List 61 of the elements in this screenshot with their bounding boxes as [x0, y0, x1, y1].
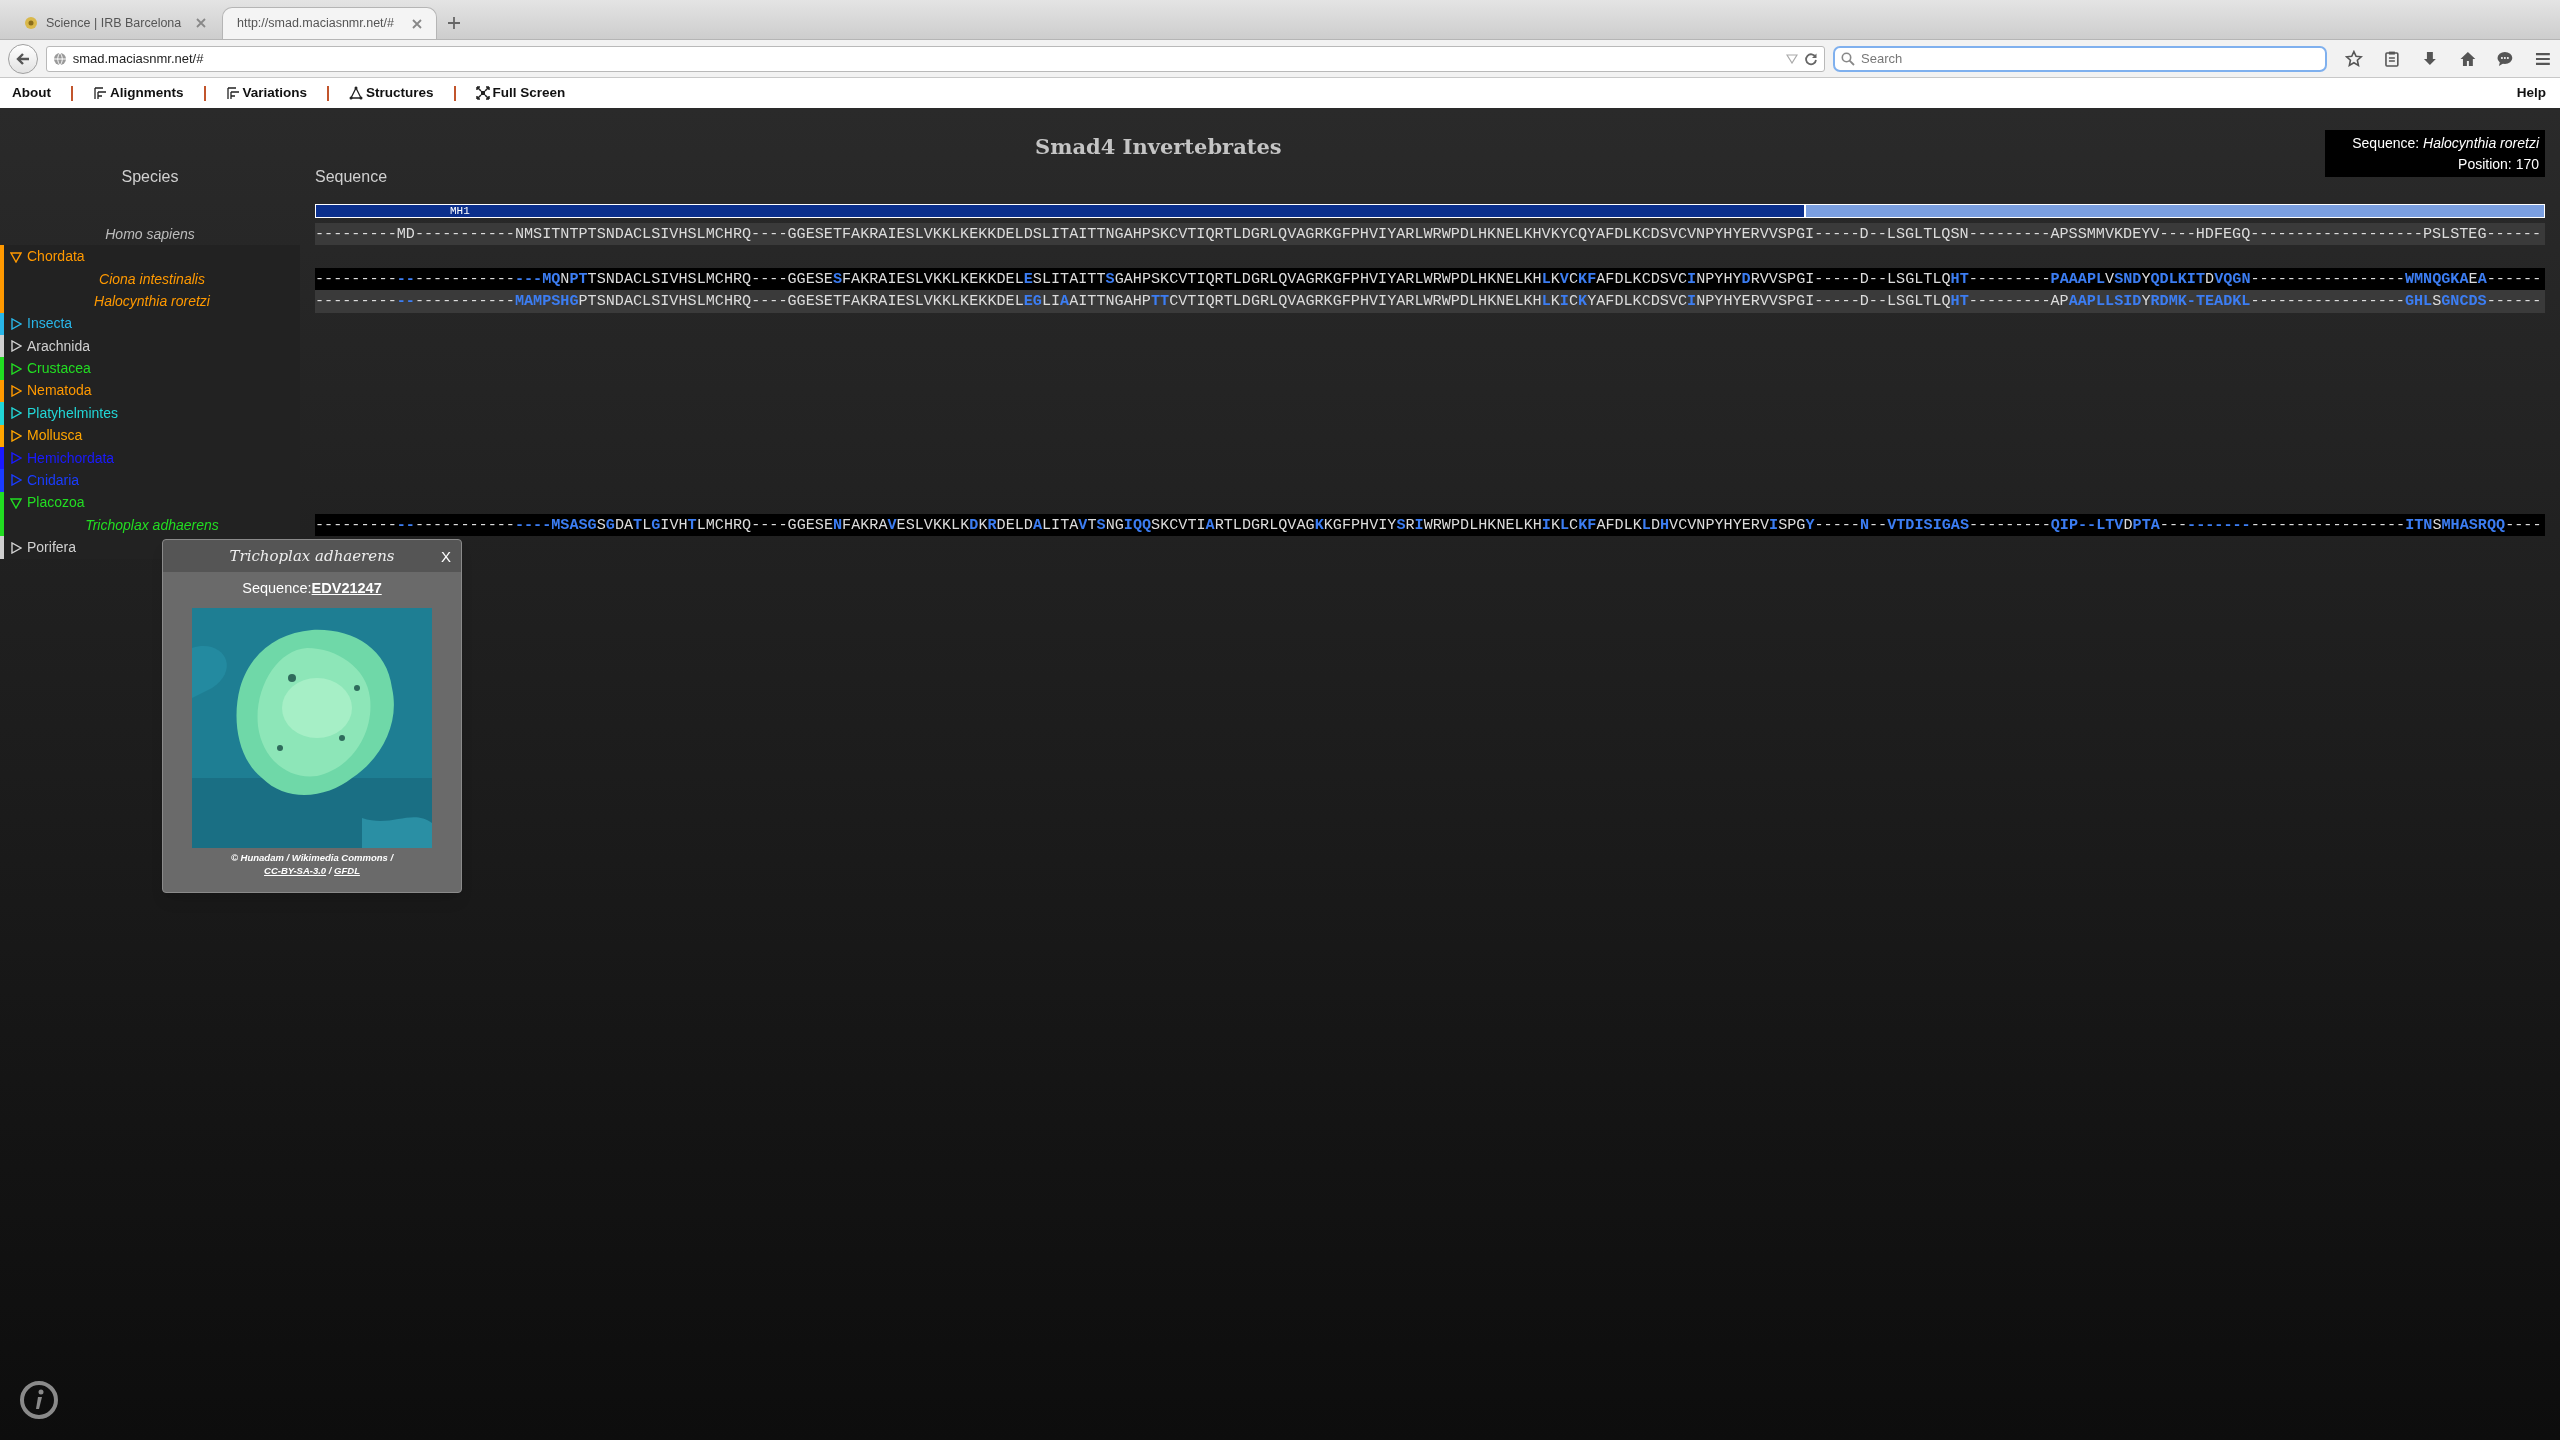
caret-down-icon[interactable] [10, 496, 22, 509]
search-field[interactable]: Search [1833, 45, 2328, 72]
caret-right-icon[interactable] [10, 317, 22, 330]
menu-item[interactable]: Full Screen [475, 82, 566, 104]
menu-item[interactable]: About [12, 82, 51, 104]
domain-segment[interactable]: MH1 [315, 204, 1805, 218]
bracket-icon [93, 86, 107, 100]
favicon-icon [24, 16, 38, 30]
back-button[interactable] [8, 43, 38, 74]
species-name[interactable]: Halocynthia roretzi [94, 293, 210, 310]
species-name[interactable]: Ciona intestinalis [99, 271, 205, 287]
sequence-label: Sequence: [242, 579, 312, 598]
globe-icon [52, 51, 67, 66]
help-link[interactable]: Help [2516, 82, 2546, 104]
address-bar[interactable]: smad.maciasnmr.net/# [45, 45, 1826, 72]
group-name[interactable]: Mollusca [27, 425, 83, 447]
license-link[interactable]: GFDL [334, 864, 360, 876]
search-icon [1841, 51, 1856, 66]
sequence-link[interactable]: EDV21247 [311, 578, 382, 600]
species-name[interactable]: Trichoplax adhaerens [85, 517, 219, 534]
caret-right-icon[interactable] [10, 384, 22, 397]
caret-right-icon[interactable] [10, 362, 22, 375]
group-name[interactable]: Placozoa [27, 492, 85, 514]
bracket-icon [225, 86, 240, 100]
close-icon[interactable] [412, 18, 422, 29]
license-link[interactable]: CC-BY-SA-3.0 [264, 864, 327, 876]
chat-icon[interactable] [2496, 49, 2515, 68]
page-title: Smad4 Invertebrates [1035, 133, 1282, 161]
star-icon[interactable] [2345, 49, 2364, 68]
column-header: Sequence [315, 167, 388, 187]
browser-tab[interactable]: Science | IRB Barcelona [10, 7, 220, 39]
group-name[interactable]: Insecta [27, 313, 73, 335]
popup-title: Trichoplax adhaerens [229, 545, 395, 567]
position-info: Position: 170 [2458, 154, 2539, 174]
group-name[interactable]: Platyhelmintes [27, 402, 119, 424]
group-name[interactable]: Crustacea [27, 358, 91, 380]
menu-item[interactable]: Structures [349, 82, 434, 104]
clipboard-icon[interactable] [2383, 49, 2401, 68]
caret-right-icon[interactable] [10, 429, 22, 442]
column-header: Species [120, 167, 180, 187]
group-name[interactable]: Chordata [27, 246, 85, 268]
group-name[interactable]: Arachnida [27, 335, 91, 357]
caret-down-icon[interactable] [10, 250, 22, 263]
group-name[interactable]: Nematoda [27, 380, 92, 402]
group-name[interactable]: Porifera [27, 537, 77, 559]
new-tab-icon[interactable] [447, 16, 461, 30]
triangle-icon [349, 86, 364, 100]
sequence-info: Sequence: Halocynthia roretzi [2352, 133, 2539, 153]
reload-icon[interactable] [1804, 51, 1819, 66]
info-icon[interactable] [19, 1380, 59, 1420]
fullscreen-icon [475, 86, 490, 100]
image-credit: © Hunadam / Wikimedia Commons / CC-BY-SA-3.0 / GFDL [229, 850, 395, 877]
home-icon[interactable] [2458, 49, 2477, 68]
menu-item[interactable]: Alignments [93, 82, 184, 104]
caret-right-icon[interactable] [10, 407, 22, 420]
browser-tab[interactable]: http://smad.maciasnmr.net/# [222, 7, 437, 39]
domain-segment[interactable] [1805, 204, 2545, 218]
menu-item[interactable]: Variations [225, 82, 308, 104]
back-arrow-icon [14, 50, 31, 67]
species-name[interactable]: Homo sapiens [105, 223, 195, 245]
close-button[interactable]: X [441, 546, 451, 569]
